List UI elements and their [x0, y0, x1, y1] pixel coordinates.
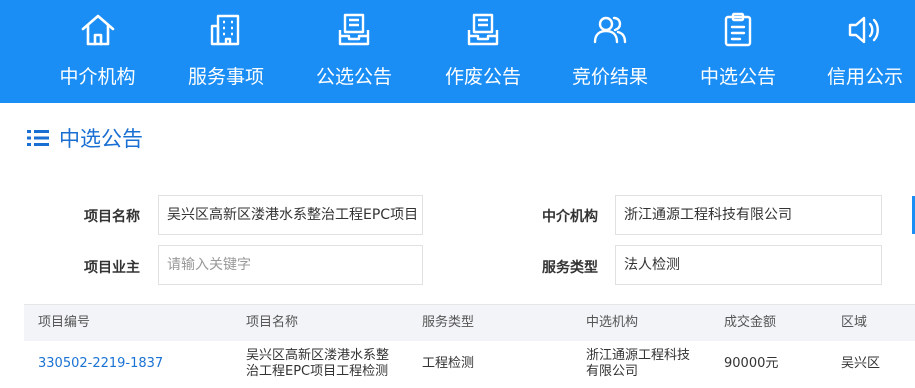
top-navigation: 中介机构 服务事项 公选公告 作废公告 竞价结果 中选公告 信用公示	[0, 0, 915, 103]
project-name-line: 治工程EPC项目工程检测	[246, 364, 389, 379]
nav-item-services[interactable]: 服务事项	[176, 0, 276, 103]
header-amount: 成交金额	[724, 315, 777, 330]
nav-item-selection-announcements[interactable]: 公选公告	[304, 0, 404, 103]
service-type-cell: 工程检测	[422, 356, 475, 371]
project-name-line: 吴兴区高新区溇港水系整	[246, 348, 390, 363]
header-service-type: 服务类型	[422, 315, 475, 330]
page-title: 中选公告	[59, 127, 143, 151]
house-icon	[81, 14, 114, 46]
nav-item-bidding-results[interactable]: 竞价结果	[560, 0, 660, 103]
nav-label: 信用公示	[826, 66, 903, 88]
table-header: 项目编号 项目名称 服务类型 中选机构 成交金额 区域	[24, 304, 915, 341]
agency-line: 浙江通源工程科技	[586, 348, 691, 363]
users-icon	[593, 16, 627, 44]
header-project-name: 项目名称	[246, 315, 299, 330]
document-tray-icon	[338, 13, 370, 46]
nav-item-credit-disclosure[interactable]: 信用公示	[815, 0, 915, 103]
project-name-cell: 吴兴区高新区溇港水系整 治工程EPC项目工程检测	[246, 348, 389, 380]
speaker-icon	[848, 16, 879, 44]
header-selected-agency: 中选机构	[586, 315, 639, 330]
nav-label: 竞价结果	[571, 66, 648, 88]
service-type-label: 服务类型	[542, 260, 598, 276]
header-region: 区域	[841, 315, 868, 330]
nav-item-winning-announcements[interactable]: 中选公告	[688, 0, 788, 103]
region-cell: 吴兴区	[841, 356, 881, 371]
amount-cell: 90000元	[724, 356, 779, 371]
nav-label: 服务事项	[187, 66, 264, 88]
list-icon	[27, 130, 49, 146]
project-name-label: 项目名称	[84, 209, 140, 225]
project-owner-label: 项目业主	[84, 260, 140, 276]
agency-label: 中介机构	[542, 209, 598, 225]
project-code-link[interactable]: 330502-2219-1837	[38, 356, 163, 372]
nav-label: 中介机构	[59, 66, 136, 88]
agency-line: 有限公司	[586, 364, 639, 379]
section-title: 中选公告	[27, 124, 143, 152]
project-owner-input[interactable]: 请输入关键字	[158, 245, 423, 285]
table-row[interactable]: 330502-2219-1837 吴兴区高新区溇港水系整 治工程EPC项目工程检…	[24, 340, 915, 388]
selected-agency-cell: 浙江通源工程科技 有限公司	[586, 348, 690, 380]
nav-item-agencies[interactable]: 中介机构	[50, 0, 145, 103]
agency-input[interactable]: 浙江通源工程科技有限公司	[615, 195, 882, 235]
clipboard-icon	[724, 12, 752, 47]
header-project-code: 项目编号	[38, 315, 91, 330]
nav-label: 作废公告	[444, 66, 521, 88]
project-name-input[interactable]: 吴兴区高新区溇港水系整治工程EPC项目	[158, 195, 423, 235]
building-icon	[210, 14, 240, 46]
service-type-select[interactable]: 法人检测	[615, 245, 882, 285]
nav-label: 公选公告	[315, 66, 392, 88]
nav-label: 中选公告	[699, 66, 776, 88]
nav-item-void-announcements[interactable]: 作废公告	[433, 0, 533, 103]
document-tray-icon	[467, 13, 499, 46]
